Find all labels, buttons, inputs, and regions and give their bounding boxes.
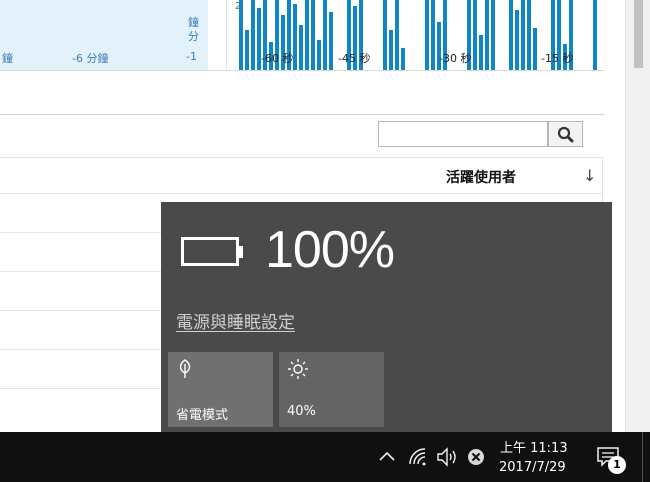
activity-bar (491, 0, 495, 70)
clock-date[interactable]: 2017/7/29 (499, 460, 566, 475)
arrow-down-icon[interactable]: ↓ (583, 166, 596, 185)
activity-bar (533, 28, 537, 70)
volume-icon[interactable] (436, 446, 460, 468)
activity-bar (521, 0, 525, 70)
chevron-up-icon[interactable] (377, 446, 397, 466)
seconds-tick: -45 秒 (338, 52, 371, 65)
active-users-column-header[interactable]: 活躍使用者 (446, 167, 516, 187)
clock-time[interactable]: 上午 11:13 (500, 437, 568, 456)
error-icon[interactable] (466, 446, 488, 468)
activity-bar (395, 0, 399, 70)
battery-saver-label: 省電模式 (176, 408, 229, 423)
activity-bar (329, 12, 333, 70)
search-icon (557, 126, 574, 143)
table-header: 活躍使用者 ↓ (0, 158, 602, 194)
activity-bar (383, 0, 387, 70)
scrollbar-thumb[interactable] (634, 0, 643, 68)
battery-percentage: 100% (265, 221, 395, 279)
seconds-tick: -30 秒 (439, 52, 472, 65)
activity-bar (317, 40, 321, 70)
notification-count-badge: 1 (608, 456, 626, 474)
minutes-tick: -6 分鐘 (72, 52, 109, 65)
activity-bar (527, 0, 531, 70)
search-button[interactable] (548, 121, 583, 147)
battery-icon (181, 237, 243, 266)
divider (0, 114, 604, 115)
activity-bar (509, 0, 513, 70)
activity-bar (425, 0, 429, 70)
activity-bar (389, 30, 393, 70)
brightness-icon (288, 359, 308, 379)
activity-bar (431, 0, 435, 70)
minutes-axis-label: 鐘 分 (188, 16, 202, 44)
minutes-tick: 鐘 (2, 52, 13, 65)
activity-bar (401, 48, 405, 70)
divider (0, 70, 604, 71)
brightness-tile[interactable]: 40% (279, 352, 384, 427)
seconds-tick: -60 秒 (261, 52, 294, 65)
taskbar: 上午 11:13 2017/7/29 1 (0, 432, 650, 482)
activity-bar (515, 10, 519, 70)
activity-bar (473, 0, 477, 70)
activity-bar (305, 0, 309, 70)
minutes-axis-label-line: 分 (188, 30, 199, 43)
seconds-chart-max-label: 2 (235, 1, 242, 12)
activity-bar (593, 0, 597, 70)
page-scrollbar[interactable] (625, 0, 650, 432)
search-input[interactable] (378, 121, 548, 147)
activity-bar (293, 4, 297, 70)
wifi-icon[interactable] (407, 446, 429, 468)
minutes-axis-label-line: 鐘 (188, 16, 199, 29)
battery-saver-tile[interactable]: 省電模式 (168, 352, 273, 427)
activity-bar (311, 0, 315, 70)
activity-bar (485, 0, 489, 70)
seconds-tick: -15 秒 (541, 52, 574, 65)
show-desktop-button[interactable] (642, 432, 643, 482)
seconds-chart: 2 -60 秒 -45 秒 -30 秒 -15 秒 (226, 0, 605, 70)
brightness-label: 40% (287, 404, 316, 419)
minutes-last-tick: -1 (186, 50, 197, 63)
power-sleep-settings-link[interactable]: 電源與睡眠設定 (176, 308, 295, 333)
leaf-icon (179, 359, 191, 378)
activity-bar (479, 35, 483, 70)
minutes-chart: 鐘 -6 分鐘 鐘 分 -1 (0, 0, 208, 71)
activity-bar (299, 25, 303, 70)
activity-bar (251, 0, 255, 70)
activity-bar (245, 30, 249, 70)
battery-flyout: 100% 電源與睡眠設定 省電模式 40% (161, 202, 612, 432)
activity-bar (323, 0, 327, 70)
